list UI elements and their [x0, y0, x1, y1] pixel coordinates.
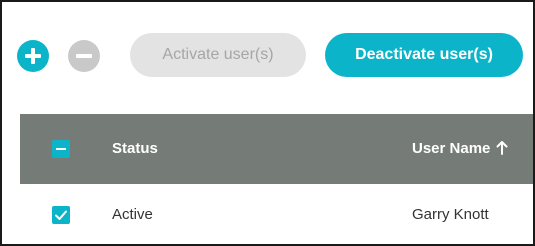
column-header-user-name[interactable]: User Name	[412, 114, 508, 184]
toolbar: Activate user(s) Deactivate user(s)	[2, 2, 533, 112]
remove-user-button[interactable]	[68, 40, 100, 72]
activate-users-button[interactable]: Activate user(s)	[130, 33, 306, 77]
cell-user-name: Garry Knott	[412, 206, 489, 223]
row-select-checkbox[interactable]	[52, 206, 70, 224]
column-header-user-name-label: User Name	[412, 140, 491, 157]
table-header: Status User Name	[20, 114, 533, 184]
deactivate-users-button[interactable]: Deactivate user(s)	[325, 33, 523, 77]
arrow-up-icon	[496, 141, 508, 156]
minus-icon	[76, 54, 92, 58]
table-row[interactable]: Active Garry Knott	[20, 184, 533, 244]
user-management-panel: Activate user(s) Deactivate user(s) Stat…	[0, 0, 535, 246]
plus-icon	[25, 48, 41, 64]
add-user-button[interactable]	[17, 40, 49, 72]
cell-status: Active	[112, 206, 153, 223]
select-all-checkbox[interactable]	[52, 140, 70, 158]
checkmark-icon	[55, 210, 67, 220]
indeterminate-icon	[56, 148, 66, 150]
column-header-status[interactable]: Status	[112, 114, 158, 184]
